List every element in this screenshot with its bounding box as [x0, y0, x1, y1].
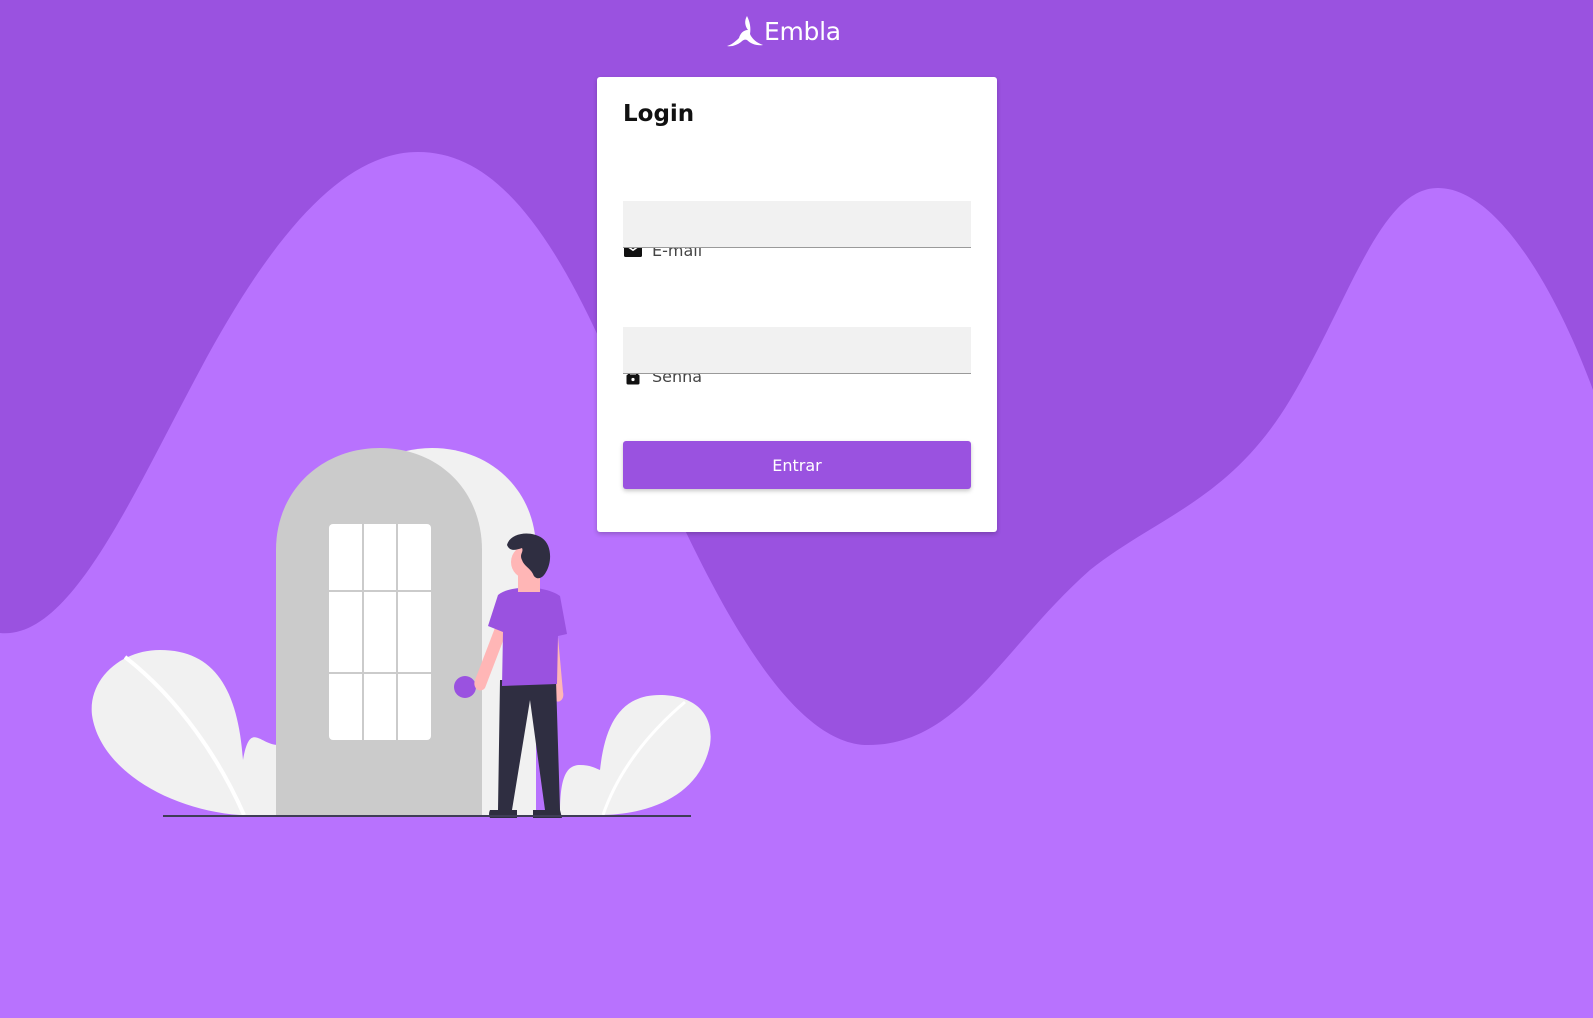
door-window [329, 524, 431, 740]
password-field[interactable] [623, 327, 971, 374]
login-title: Login [623, 101, 695, 127]
login-button[interactable]: Entrar [623, 441, 971, 489]
brand-name: Embla [764, 17, 841, 46]
login-card: Login E-mail Senha Entrar [597, 77, 997, 532]
door-knob [454, 676, 476, 698]
embla-leaf-icon [727, 16, 763, 47]
brand-logo: Embla [727, 14, 841, 50]
email-field[interactable] [623, 201, 971, 248]
